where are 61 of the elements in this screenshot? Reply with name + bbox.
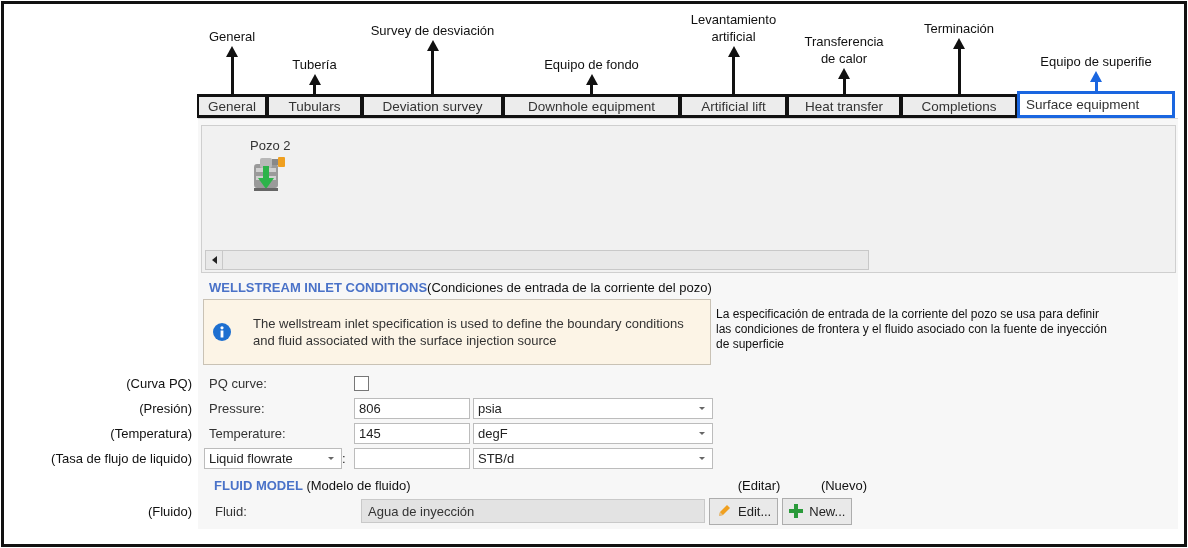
info-icon — [213, 323, 231, 341]
edit-button[interactable]: Edit... — [709, 497, 779, 525]
caret-icon — [327, 456, 335, 461]
pencil-icon — [716, 503, 732, 519]
caret-icon — [698, 406, 706, 411]
annotation-label: (Editar) — [736, 478, 782, 493]
annotation-label: Levantamiento artificial — [690, 11, 777, 45]
well-icon — [252, 156, 286, 192]
tab[interactable]: Heat transfer — [787, 94, 901, 118]
annotation-arrow — [727, 46, 740, 94]
field-label: PQ curve: — [209, 376, 268, 391]
field-label: Pressure: — [209, 401, 266, 416]
annotation-label: (Curva PQ) — [125, 375, 193, 393]
tab[interactable]: Completions — [901, 94, 1017, 118]
section-title: WELLSTREAM INLET CONDITIONS — [209, 280, 428, 295]
tab[interactable]: Deviation survey — [362, 94, 503, 118]
tab[interactable]: Tubulars — [267, 94, 362, 118]
annotation-label: (Temperatura) — [109, 425, 193, 443]
annotation-arrow — [426, 40, 439, 94]
scrollbar[interactable] — [205, 250, 869, 270]
tab[interactable]: Surface equipment — [1017, 91, 1175, 118]
unit-dropdown[interactable]: STB/d — [473, 448, 713, 469]
section-title: FLUID MODEL — [214, 478, 303, 493]
caret-icon — [698, 456, 706, 461]
annotation-label: (Nuevo) — [819, 478, 869, 493]
annotation-text: La especificación de entrada de la corriente del pozo se usa para definir las condiciones de frontera y el fluido asociado con la fuente de inyección de superficie — [716, 307, 1108, 352]
fluid-field: Agua de inyección — [361, 499, 705, 523]
tab[interactable]: Artificial lift — [680, 94, 787, 118]
annotation-label: General — [208, 28, 256, 45]
plus-icon — [789, 504, 804, 518]
unit-dropdown[interactable]: psia — [473, 398, 713, 419]
annotation-label: (Condiciones de entrada de la corriente del pozo) — [427, 280, 712, 295]
annotation-label: (Presión) — [138, 400, 193, 418]
value-field[interactable] — [354, 448, 470, 469]
annotation-label: Equipo de fondo — [544, 56, 639, 73]
new-button[interactable]: New... — [782, 497, 853, 525]
annotation-arrow — [953, 38, 965, 94]
annotation-label: Terminación — [923, 20, 995, 37]
value-field[interactable]: 806 — [354, 398, 470, 419]
unit-dropdown[interactable]: degF — [473, 423, 713, 444]
scroll-left-icon — [211, 256, 217, 264]
annotation-label: Tubería — [292, 56, 337, 73]
annotation-label: (Tasa de flujo de liquido) — [50, 450, 193, 468]
annotation-label: Equipo de superifie — [1040, 53, 1152, 70]
annotation-label: Survey de desviación — [370, 22, 495, 39]
annotation-label: (Modelo de fluido) — [305, 478, 411, 493]
info-message: The wellstream inlet specification is used to define the boundary conditions and fluid associated with the surface injection source — [253, 315, 685, 349]
field-label: Temperature: — [209, 426, 287, 441]
annotation-label: (Fluido) — [146, 502, 193, 521]
tab[interactable]: General — [197, 94, 267, 118]
value-field[interactable]: 145 — [354, 423, 470, 444]
field-label: Fluid: — [214, 503, 248, 519]
checkbox[interactable] — [354, 376, 369, 391]
annotation-arrow — [226, 46, 238, 94]
quantity-dropdown[interactable]: Liquid flowrate — [204, 448, 342, 469]
separator-label: : — [342, 451, 347, 466]
tab[interactable]: Downhole equipment — [503, 94, 680, 118]
caret-icon — [698, 431, 706, 436]
annotation-label: Transferencia de calor — [804, 33, 884, 67]
well-label[interactable]: Pozo 2 — [250, 138, 291, 153]
annotation-arrow — [838, 68, 850, 94]
